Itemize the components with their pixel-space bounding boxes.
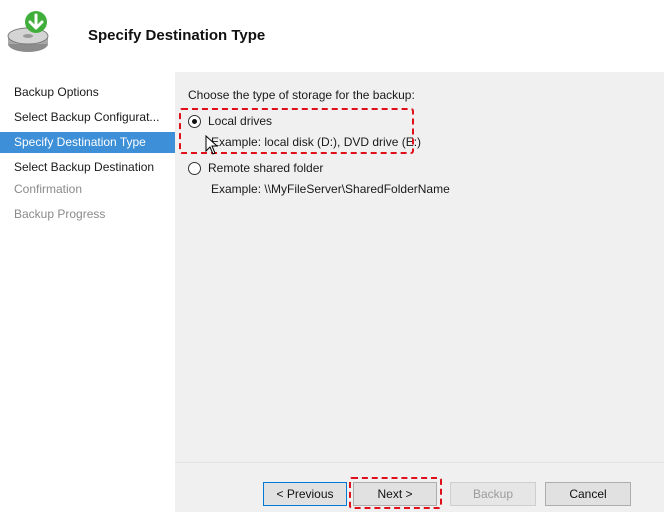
footer-divider xyxy=(175,462,664,463)
cancel-button[interactable]: Cancel xyxy=(545,482,631,506)
sidebar-item-backup-options[interactable]: Backup Options xyxy=(0,82,175,103)
remote-shared-folder-example: Example: \\MyFileServer\SharedFolderName xyxy=(211,182,450,196)
sidebar-item-backup-progress: Backup Progress xyxy=(14,207,106,221)
sidebar-item-select-backup-configuration[interactable]: Select Backup Configurat... xyxy=(0,107,175,128)
next-button-highlight xyxy=(349,477,442,509)
wizard-header: Specify Destination Type xyxy=(0,0,664,72)
remote-shared-folder-radio[interactable] xyxy=(188,161,201,175)
backup-disk-icon xyxy=(7,11,49,52)
backup-button: Backup xyxy=(450,482,536,506)
previous-button[interactable]: < Previous xyxy=(263,482,347,506)
mouse-pointer-icon xyxy=(205,135,219,155)
wizard-steps-sidebar: Backup Options Select Backup Configurat.… xyxy=(0,72,175,512)
remote-shared-folder-option[interactable]: Remote shared folder xyxy=(188,160,323,176)
sidebar-item-select-backup-destination[interactable]: Select Backup Destination xyxy=(0,157,175,178)
sidebar-item-specify-destination-type[interactable]: Specify Destination Type xyxy=(0,132,175,153)
remote-shared-folder-label[interactable]: Remote shared folder xyxy=(208,161,323,175)
page-title: Specify Destination Type xyxy=(88,27,266,44)
sidebar-item-confirmation: Confirmation xyxy=(14,182,83,196)
instruction-text: Choose the type of storage for the backu… xyxy=(188,88,415,102)
